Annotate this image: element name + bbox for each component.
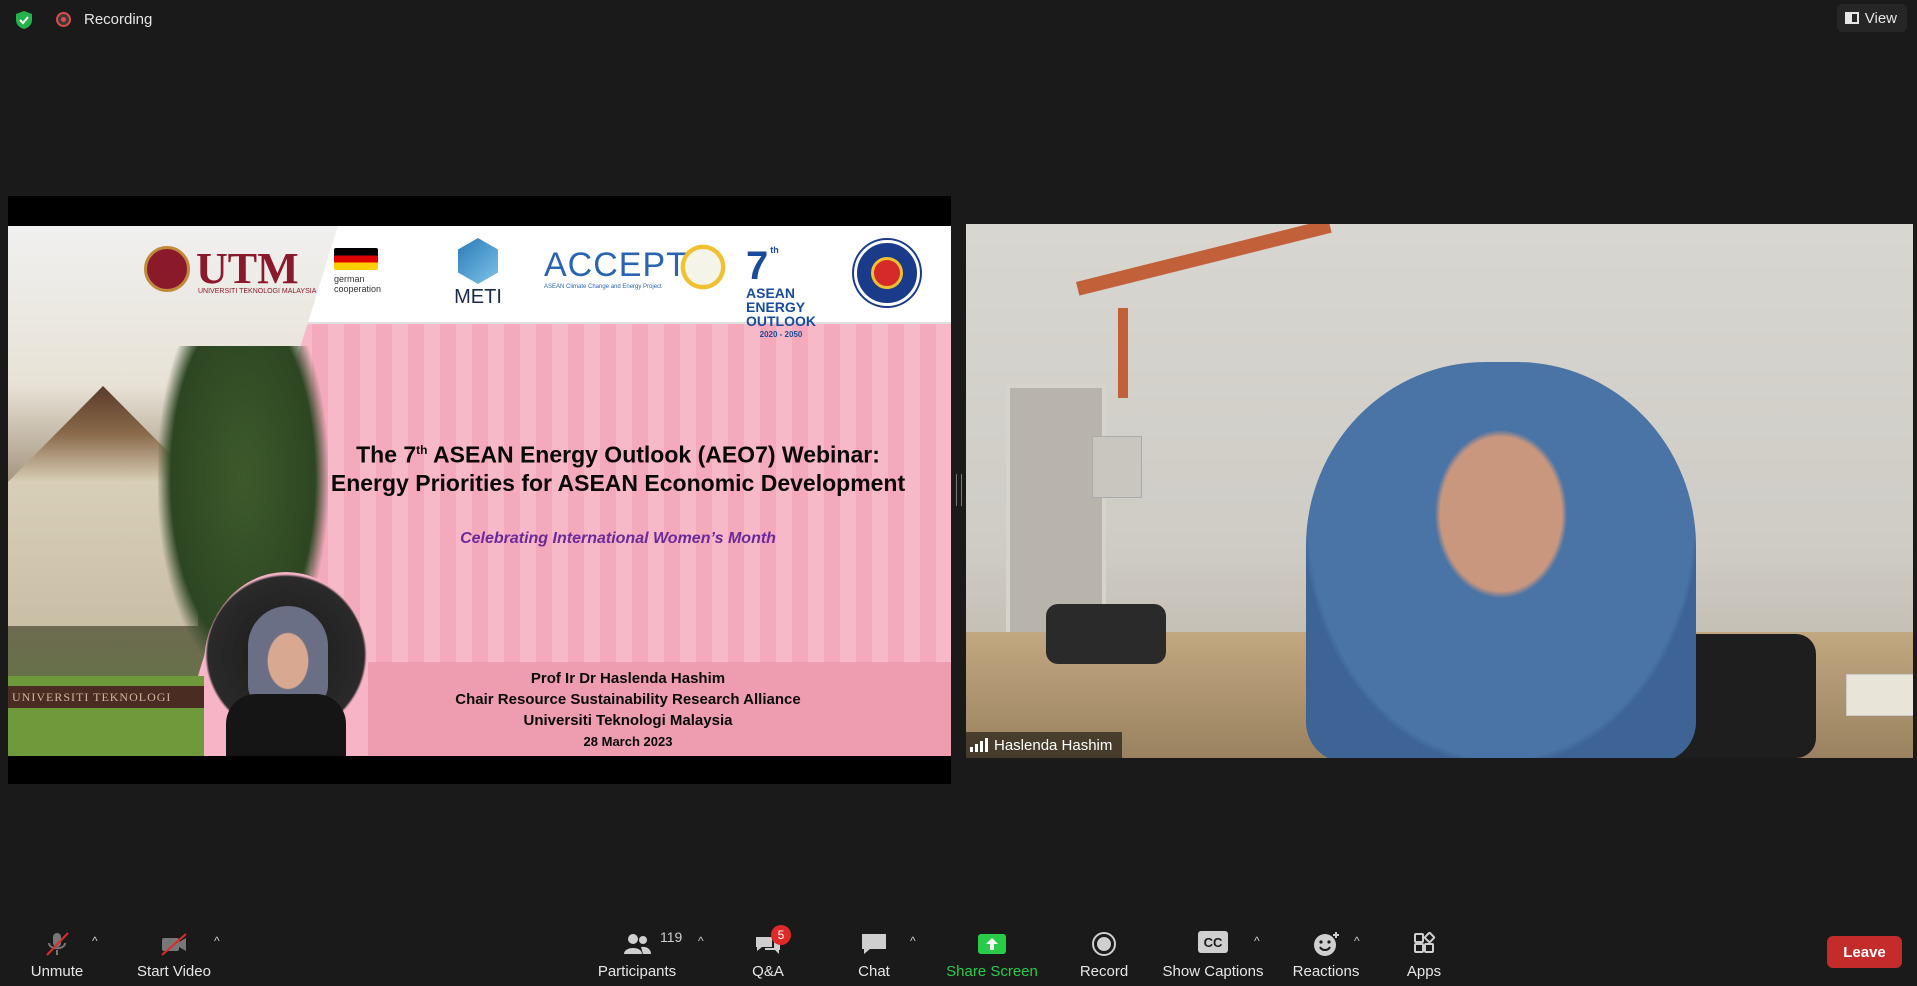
slide-title-line2: Energy Priorities for ASEAN Economic Dev… bbox=[330, 469, 906, 496]
share-screen-button[interactable]: Share Screen bbox=[944, 916, 1040, 986]
meeting-toolbar: Unmute ^ Start Video ^ 119 Participants … bbox=[0, 916, 1917, 986]
reactions-label: Reactions bbox=[1292, 963, 1360, 980]
utm-seal-icon bbox=[144, 246, 190, 292]
presenter-institution: Universiti Teknologi Malaysia bbox=[523, 712, 733, 729]
show-captions-label: Show Captions bbox=[1162, 963, 1264, 980]
record-icon bbox=[1092, 932, 1116, 956]
video-background-chair bbox=[1046, 604, 1166, 664]
participant-name: Haslenda Hashim bbox=[994, 736, 1113, 754]
record-button[interactable]: Record bbox=[1074, 916, 1134, 986]
participant-video-feed bbox=[1306, 362, 1696, 758]
start-video-button[interactable]: Start Video bbox=[128, 916, 220, 986]
unmute-label: Unmute bbox=[30, 963, 84, 980]
split-view-divider-handle[interactable] bbox=[956, 474, 962, 506]
video-background-pipe bbox=[1076, 224, 1332, 296]
chat-label: Chat bbox=[858, 963, 890, 980]
view-button[interactable]: View bbox=[1836, 4, 1907, 32]
german-cooperation-logo: german cooperation bbox=[334, 248, 424, 312]
microphone-muted-icon bbox=[46, 932, 69, 956]
slide-title-line1-b: ASEAN Energy Outlook (AEO7) Webinar: bbox=[427, 441, 880, 468]
qa-button[interactable]: 5 Q&A bbox=[740, 916, 796, 986]
presentation-slide: UNIVERSITI TEKNOLOGI UTM UNIVERSITI TEKN… bbox=[8, 226, 951, 756]
presenter-role: Chair Resource Sustainability Research A… bbox=[455, 691, 801, 708]
view-layout-icon bbox=[1844, 12, 1859, 24]
german-flag-icon bbox=[334, 248, 378, 270]
unmute-button[interactable]: Unmute bbox=[20, 916, 94, 986]
accept-logo: ACCEPT ASEAN Climate Change and Energy P… bbox=[544, 248, 688, 290]
record-label: Record bbox=[1079, 963, 1129, 980]
slide-title-line1: The 7th ASEAN Energy Outlook (AEO7) Webi… bbox=[308, 436, 928, 469]
aeo7-logo: 7 th ASEAN ENERGY OUTLOOK 2020 - 2050 bbox=[746, 246, 816, 342]
aeo7-number: 7 bbox=[746, 244, 769, 288]
participants-options-chevron-icon[interactable]: ^ bbox=[698, 934, 704, 948]
participant-name-tag: Haslenda Hashim bbox=[966, 732, 1123, 758]
presenter-name: Prof Ir Dr Haslenda Hashim bbox=[530, 670, 726, 687]
participant-video-tile[interactable]: Haslenda Hashim bbox=[966, 224, 1913, 758]
slide-footer-text: Prof Ir Dr Haslenda Hashim Chair Resourc… bbox=[308, 668, 948, 752]
meti-logo-text: METI bbox=[454, 286, 502, 308]
utm-logo-subtext: UNIVERSITI TEKNOLOGI MALAYSIA bbox=[198, 288, 317, 295]
participants-label: Participants bbox=[597, 963, 677, 980]
show-captions-button[interactable]: CC Show Captions bbox=[1160, 916, 1266, 986]
utm-logo: UTM bbox=[144, 246, 299, 292]
meti-logo: METI bbox=[448, 238, 508, 309]
chat-options-chevron-icon[interactable]: ^ bbox=[910, 934, 916, 948]
qa-label: Q&A bbox=[752, 963, 784, 980]
meti-mark-icon bbox=[458, 238, 498, 284]
leave-button[interactable]: Leave bbox=[1827, 936, 1902, 968]
slide-subtitle: Celebrating International Women’s Month bbox=[460, 530, 776, 547]
video-background-box bbox=[1092, 436, 1142, 498]
video-background-shelf bbox=[1846, 674, 1913, 716]
campus-sign: UNIVERSITI TEKNOLOGI bbox=[8, 686, 208, 708]
cc-text: CC bbox=[1203, 934, 1223, 950]
apps-label: Apps bbox=[1406, 963, 1442, 980]
apps-button[interactable]: Apps bbox=[1396, 916, 1452, 986]
chat-button[interactable]: Chat bbox=[846, 916, 902, 986]
aeo7-years: 2020 - 2050 bbox=[759, 330, 803, 339]
captions-options-chevron-icon[interactable]: ^ bbox=[1254, 934, 1260, 948]
connection-signal-icon bbox=[970, 738, 988, 752]
audio-options-chevron-icon[interactable]: ^ bbox=[92, 934, 98, 948]
utm-logo-text: UTM bbox=[196, 244, 299, 293]
view-label: View bbox=[1864, 9, 1897, 27]
start-video-label: Start Video bbox=[137, 963, 211, 980]
closed-captions-icon: CC bbox=[1198, 931, 1228, 953]
video-options-chevron-icon[interactable]: ^ bbox=[214, 934, 220, 948]
share-screen-icon bbox=[978, 934, 1006, 954]
recording-icon[interactable] bbox=[56, 12, 71, 27]
video-camera-muted-icon bbox=[161, 933, 187, 956]
giz-text-line1: german bbox=[334, 274, 365, 284]
shared-screen-panel[interactable]: UNIVERSITI TEKNOLOGI UTM UNIVERSITI TEKN… bbox=[8, 196, 951, 784]
presentation-date: 28 March 2023 bbox=[583, 734, 673, 749]
aeo7-line3: OUTLOOK bbox=[746, 313, 816, 329]
giz-text-line2: cooperation bbox=[334, 284, 382, 294]
participants-button[interactable]: 119 Participants bbox=[594, 916, 683, 986]
slide-title-line1-a: The 7 bbox=[356, 441, 417, 468]
shield-check-icon[interactable] bbox=[14, 10, 34, 30]
accept-sun-icon bbox=[672, 236, 734, 298]
meeting-top-bar: Recording View bbox=[0, 0, 1917, 40]
apps-icon bbox=[1414, 931, 1436, 953]
share-screen-label: Share Screen bbox=[946, 963, 1038, 980]
chat-icon bbox=[862, 934, 886, 954]
qa-badge: 5 bbox=[771, 925, 791, 945]
aeo7-line2: ENERGY bbox=[746, 299, 806, 315]
accept-logo-subtext: ASEAN Climate Change and Energy Project bbox=[544, 284, 662, 290]
accept-logo-text: ACCEPT bbox=[544, 246, 688, 284]
slide-title: The 7th ASEAN Energy Outlook (AEO7) Webi… bbox=[308, 436, 928, 497]
recording-label[interactable]: Recording bbox=[84, 11, 152, 28]
slide-title-superscript: th bbox=[416, 443, 428, 457]
reactions-options-chevron-icon[interactable]: ^ bbox=[1354, 934, 1360, 948]
participants-count: 119 bbox=[660, 929, 683, 945]
reactions-button[interactable]: Reactions bbox=[1288, 916, 1364, 986]
ace-logo bbox=[854, 240, 920, 306]
participants-icon bbox=[624, 934, 651, 954]
reactions-emoji-icon bbox=[1314, 932, 1339, 956]
video-background-pipe-vertical bbox=[1118, 308, 1128, 398]
